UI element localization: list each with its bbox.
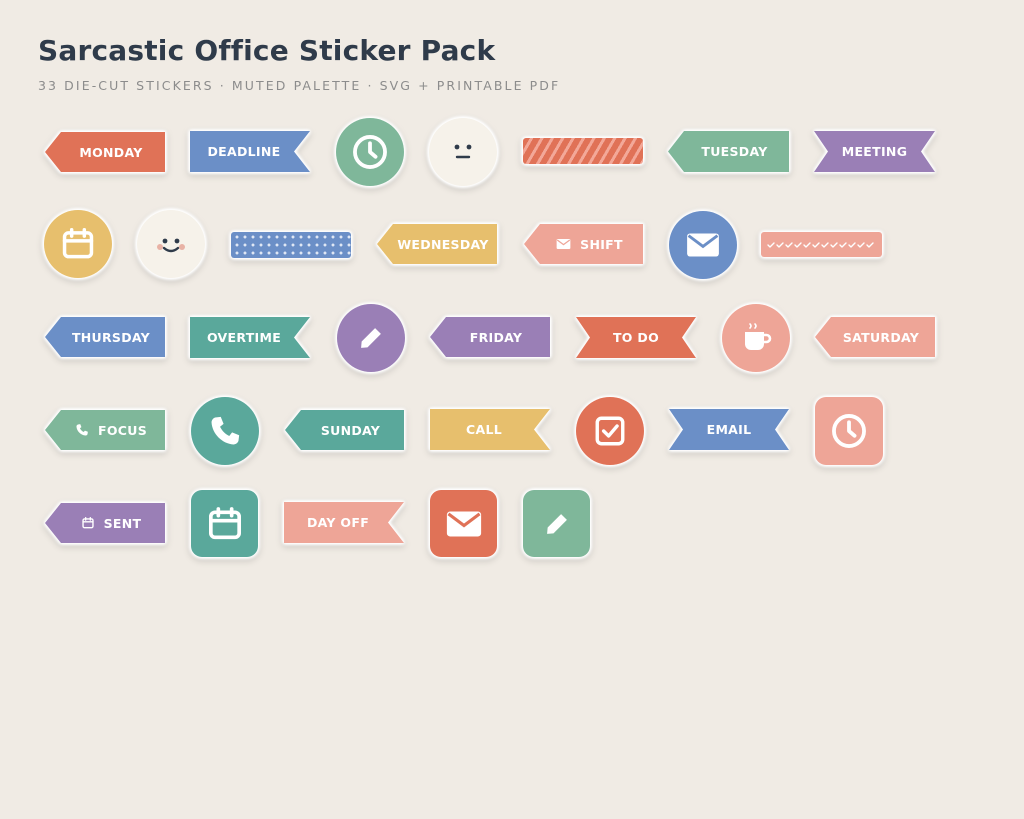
envelope-icon — [556, 239, 571, 249]
sticker-todo-label: TO DO — [612, 330, 659, 345]
envelope-icon — [446, 511, 481, 536]
sticker-dayoff-label: DAY OFF — [306, 515, 370, 530]
sticker-friday-label: FRIDAY — [469, 329, 523, 345]
washi-tape-pink-checks[interactable] — [761, 232, 882, 257]
sticker-email[interactable]: EMAIL — [669, 409, 789, 450]
sticker-smiley-face[interactable] — [137, 210, 205, 278]
smiley-face-icon — [157, 238, 185, 253]
calendar-icon — [81, 517, 94, 529]
sticker-thursday-label: THURSDAY — [71, 329, 151, 345]
sticker-wednesday-label: WEDNESDAY — [397, 236, 489, 252]
pencil-icon — [361, 328, 381, 348]
washi-tape-blue-dots[interactable] — [231, 232, 351, 258]
neutral-face-icon — [454, 144, 472, 159]
sticker-neutral-face[interactable] — [429, 118, 497, 186]
sticker-tuesday-label: TUESDAY — [701, 144, 768, 159]
sticker-tuesday[interactable]: TUESDAY — [668, 131, 789, 172]
sticker-sunday-label: SUNDAY — [320, 422, 381, 438]
coffee-cup-icon — [745, 323, 772, 350]
sticker-overtime[interactable]: OVERTIME — [190, 317, 310, 358]
sticker-overtime-label: OVERTIME — [206, 330, 282, 345]
sticker-sent[interactable]: SENT — [45, 503, 165, 543]
page-title: Sarcastic Office Sticker Pack — [38, 34, 496, 67]
sticker-todo[interactable]: TO DO — [576, 317, 696, 358]
washi-tape-coral-stripes[interactable] — [523, 138, 643, 164]
page-subtitle: 33 DIE-CUT STICKERS · MUTED PALETTE · SV… — [38, 78, 561, 93]
checkmark-pattern — [766, 241, 874, 248]
sticker-wednesday[interactable]: WEDNESDAY — [377, 224, 497, 264]
sticker-email-label: EMAIL — [706, 422, 752, 437]
sticker-monday-label: MONDAY — [79, 144, 143, 160]
sticker-shift[interactable]: SHIFT — [524, 224, 643, 264]
sticker-monday[interactable]: MONDAY — [45, 132, 165, 172]
calendar-icon — [208, 506, 241, 539]
pencil-icon — [546, 513, 567, 534]
sticker-sunday[interactable]: SUNDAY — [285, 410, 404, 450]
sticker-sent-label: SENT — [103, 515, 142, 531]
sticker-envelope-square[interactable] — [430, 490, 497, 557]
sticker-thursday[interactable]: THURSDAY — [45, 317, 165, 357]
sticker-deadline-label: DEADLINE — [207, 144, 281, 159]
sticker-meeting-label: MEETING — [841, 144, 908, 159]
sticker-pencil-square[interactable] — [523, 490, 590, 557]
calendar-icon — [62, 228, 94, 259]
sticker-dayoff[interactable]: DAY OFF — [284, 502, 404, 543]
sticker-focus-label: FOCUS — [98, 422, 147, 438]
checkbox-icon — [595, 416, 625, 446]
sticker-checkbox-circle[interactable] — [576, 397, 644, 465]
sticker-envelope-circle[interactable] — [669, 211, 737, 279]
envelope-icon — [687, 233, 719, 257]
phone-icon — [211, 416, 240, 445]
sticker-call-label: CALL — [466, 422, 502, 437]
phone-icon — [76, 424, 88, 436]
sticker-shift-label: SHIFT — [580, 236, 623, 252]
sticker-friday[interactable]: FRIDAY — [430, 317, 550, 357]
sticker-meeting[interactable]: MEETING — [814, 131, 935, 172]
sticker-calendar-circle[interactable] — [44, 210, 112, 278]
sticker-clock-square[interactable] — [815, 397, 883, 465]
sticker-deadline[interactable]: DEADLINE — [190, 131, 310, 172]
sticker-phone-circle[interactable] — [191, 397, 259, 465]
sticker-focus[interactable]: FOCUS — [45, 410, 165, 450]
sticker-clock-circle[interactable] — [336, 118, 404, 186]
sticker-calendar-square[interactable] — [191, 490, 258, 557]
clock-icon — [832, 414, 866, 448]
clock-icon — [353, 135, 387, 169]
sticker-call[interactable]: CALL — [430, 409, 550, 450]
sticker-saturday-label: SATURDAY — [842, 329, 920, 345]
sticker-pencil-circle[interactable] — [337, 304, 405, 372]
sticker-saturday[interactable]: SATURDAY — [815, 317, 935, 357]
sticker-coffee-circle[interactable] — [722, 304, 790, 372]
